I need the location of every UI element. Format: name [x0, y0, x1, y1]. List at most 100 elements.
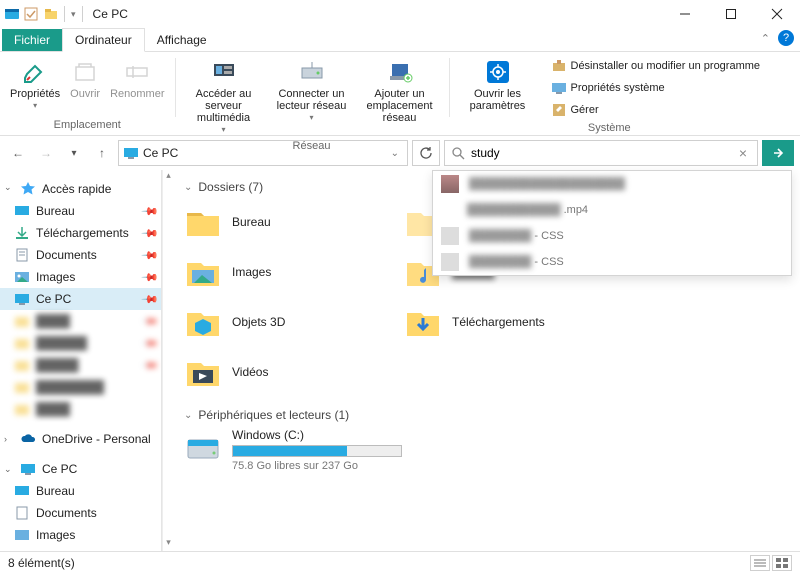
rename-icon	[123, 58, 151, 86]
desktop-icon	[14, 203, 30, 219]
sidebar-this-pc[interactable]: Ce PC📌	[0, 288, 161, 310]
search-go-button[interactable]	[762, 140, 794, 166]
sidebar-item-hidden[interactable]: █████📌	[0, 354, 161, 376]
folder-objects3d[interactable]: Objets 3D	[184, 300, 384, 344]
star-icon	[20, 181, 36, 197]
manage-button[interactable]: Gérer	[547, 100, 765, 120]
forward-button[interactable]: →	[34, 141, 58, 165]
chevron-down-icon[interactable]: ⌄	[4, 182, 12, 193]
chevron-right-icon[interactable]: ›	[4, 434, 7, 444]
suggestion-item[interactable]: ████████████ .mp4	[433, 197, 791, 223]
rename-button[interactable]: Renommer	[106, 56, 168, 102]
app-icon	[4, 6, 20, 22]
images-icon	[14, 527, 30, 543]
desktop-icon	[14, 483, 30, 499]
tabbar-right: ⌃ ?	[761, 30, 794, 46]
clear-search-button[interactable]: ×	[735, 145, 751, 161]
ribbon-tabs: Fichier Ordinateur Affichage ⌃ ?	[0, 28, 800, 52]
status-bar: 8 élément(s)	[0, 551, 800, 573]
qat-folder-icon[interactable]	[44, 7, 58, 21]
tab-computer[interactable]: Ordinateur	[62, 28, 145, 52]
address-text: Ce PC	[143, 146, 178, 160]
search-box[interactable]: ×	[444, 140, 758, 166]
uninstall-icon	[551, 58, 567, 74]
scroll-down-icon[interactable]: ▾	[166, 537, 171, 551]
sidebar-item-hidden[interactable]: ████	[0, 398, 161, 420]
recent-locations-button[interactable]: ▾	[62, 141, 86, 165]
open-settings-button[interactable]: Ouvrir les paramètres	[455, 56, 541, 114]
sidebar-images-2[interactable]: Images	[0, 524, 161, 546]
suggestion-item[interactable]: ████████████████████	[433, 171, 791, 197]
folder-desktop[interactable]: Bureau	[184, 200, 384, 244]
sidebar-quick-access[interactable]: ⌄ Accès rapide	[0, 178, 161, 200]
chevron-down-icon: ⌄	[184, 410, 192, 421]
chevron-down-icon[interactable]: ⌄	[4, 464, 12, 475]
qat-separator	[64, 6, 65, 22]
view-icons-button[interactable]	[772, 555, 792, 571]
pin-icon: 📌	[141, 290, 160, 309]
tab-file[interactable]: Fichier	[2, 29, 62, 51]
window-title: Ce PC	[93, 7, 128, 21]
pin-icon: 📌	[141, 246, 160, 265]
properties-icon	[21, 58, 49, 86]
address-dropdown-icon[interactable]: ⌄	[387, 148, 403, 159]
drives-header[interactable]: ⌄ Périphériques et lecteurs (1)	[184, 408, 790, 422]
maximize-button[interactable]	[708, 0, 754, 28]
file-thumb-icon	[441, 253, 459, 271]
sidebar-images[interactable]: Images📌	[0, 266, 161, 288]
sidebar-scrollbar[interactable]: ▴ ▾	[162, 170, 174, 551]
folder-videos[interactable]: Vidéos	[184, 350, 384, 394]
help-icon[interactable]: ?	[778, 30, 794, 46]
ribbon-group-location: Propriétés ▾ Ouvrir Renommer Emplacement	[0, 52, 175, 135]
system-properties-button[interactable]: Propriétés système	[547, 78, 765, 98]
media-server-button[interactable]: Accéder au serveur multimédia ▾	[181, 56, 267, 138]
suggestion-item[interactable]: ████████ - CSS	[433, 249, 791, 275]
qat-dropdown-icon[interactable]: ▾	[71, 9, 76, 20]
collapse-ribbon-icon[interactable]: ⌃	[761, 32, 770, 45]
sidebar-desktop[interactable]: Bureau📌	[0, 200, 161, 222]
sidebar-documents-2[interactable]: Documents	[0, 502, 161, 524]
open-button[interactable]: Ouvrir	[66, 56, 104, 102]
drive-capacity-fill	[233, 446, 347, 456]
sidebar-onedrive[interactable]: › OneDrive - Personal	[0, 428, 161, 450]
pin-icon: 📌	[141, 224, 160, 243]
minimize-button[interactable]	[662, 0, 708, 28]
search-icon	[451, 146, 465, 160]
folder-images[interactable]: Images	[184, 250, 384, 294]
ribbon-location-label: Emplacement	[54, 117, 121, 135]
properties-button[interactable]: Propriétés ▾	[6, 56, 64, 114]
uninstall-button[interactable]: Désinstaller ou modifier un programme	[547, 56, 765, 76]
refresh-button[interactable]	[412, 140, 440, 166]
folder-downloads[interactable]: Téléchargements	[404, 300, 604, 344]
onedrive-icon	[20, 431, 36, 447]
scroll-up-icon[interactable]: ▴	[166, 170, 171, 184]
add-location-button[interactable]: Ajouter un emplacement réseau	[357, 56, 443, 126]
address-bar[interactable]: Ce PC ⌄	[118, 140, 408, 166]
window-controls	[662, 0, 800, 28]
connect-drive-button[interactable]: Connecter un lecteur réseau ▾	[269, 56, 355, 126]
sidebar-item-hidden[interactable]: ██████📌	[0, 332, 161, 354]
up-button[interactable]: ↑	[90, 141, 114, 165]
sidebar-desktop-2[interactable]: Bureau	[0, 480, 161, 502]
drive-c[interactable]: Windows (C:) 75.8 Go libres sur 237 Go	[184, 428, 444, 472]
sidebar-item-hidden[interactable]: ████████	[0, 376, 161, 398]
drive-info: Windows (C:) 75.8 Go libres sur 237 Go	[232, 428, 402, 472]
search-input[interactable]	[471, 146, 729, 160]
back-button[interactable]: ←	[6, 141, 30, 165]
sidebar-documents[interactable]: Documents📌	[0, 244, 161, 266]
view-details-button[interactable]	[750, 555, 770, 571]
ribbon-system-label: Système	[588, 120, 631, 138]
qat-checkbox-icon[interactable]	[24, 7, 38, 21]
close-button[interactable]	[754, 0, 800, 28]
sidebar-downloads[interactable]: Téléchargements📌	[0, 222, 161, 244]
drive-icon	[184, 428, 222, 466]
nav-sidebar: ⌄ Accès rapide Bureau📌 Téléchargements📌 …	[0, 170, 162, 551]
tab-view[interactable]: Affichage	[145, 29, 219, 51]
sidebar-item-hidden[interactable]: ████📌	[0, 310, 161, 332]
suggestion-item[interactable]: ████████ - CSS	[433, 223, 791, 249]
downloads-icon	[14, 225, 30, 241]
folder-icon	[184, 203, 222, 241]
sidebar-this-pc-2[interactable]: ⌄ Ce PC	[0, 458, 161, 480]
chevron-down-icon: ▾	[221, 124, 225, 136]
file-thumb-icon	[441, 227, 459, 245]
